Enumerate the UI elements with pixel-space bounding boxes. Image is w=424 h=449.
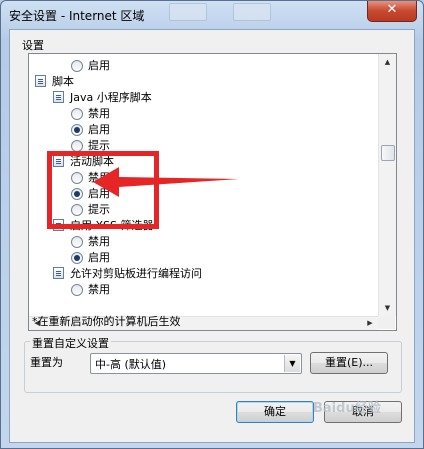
- setting-option[interactable]: 禁用: [29, 106, 378, 122]
- scroll-right-icon[interactable]: ▶: [362, 317, 378, 330]
- reset-to-label: 重置为: [30, 356, 63, 369]
- setting-label: 禁用: [88, 283, 110, 296]
- setting-category: Java 小程序脚本: [29, 90, 378, 106]
- reset-group-title: 重置自定义设置: [30, 335, 111, 351]
- radio-selected-icon[interactable]: [71, 252, 83, 264]
- setting-category: 允许对剪贴板进行编程访问: [29, 266, 378, 282]
- ok-button[interactable]: 确定: [236, 401, 314, 423]
- restart-note: *在重新启动你的计算机后生效: [32, 315, 181, 328]
- background-tab: [169, 3, 207, 21]
- setting-label: Java 小程序脚本: [70, 91, 152, 104]
- radio-unselected-icon[interactable]: [71, 108, 83, 120]
- setting-label: 禁用: [88, 107, 110, 120]
- annotation-highlight-box: [47, 151, 159, 229]
- dialog-body: 设置 启用 脚本 Java 小程序脚本 禁用 启用 提示 活动脚本 禁用 启用 提示 启用 XSS …: [9, 29, 415, 443]
- setting-label: 脚本: [52, 75, 74, 88]
- reset-level-value: 中-高 (默认值): [95, 358, 167, 371]
- setting-option[interactable]: 启用: [29, 58, 378, 74]
- scroll-corner: [378, 316, 395, 329]
- title-bar[interactable]: 安全设置 - Internet 区域 ✕: [1, 1, 423, 29]
- setting-option[interactable]: 启用: [29, 122, 378, 138]
- reset-level-select[interactable]: 中-高 (默认值) ▼: [90, 353, 302, 374]
- background-tab: [233, 3, 271, 21]
- setting-label: 启用: [88, 59, 110, 72]
- scroll-down-icon[interactable]: ▼: [379, 300, 396, 316]
- setting-label: 启用: [88, 251, 110, 264]
- window-title: 安全设置 - Internet 区域: [9, 9, 145, 23]
- close-icon: ✕: [386, 2, 398, 17]
- setting-label: 禁用: [88, 235, 110, 248]
- scroll-up-icon[interactable]: ▲: [379, 54, 396, 70]
- settings-label: 设置: [22, 39, 44, 52]
- radio-unselected-icon[interactable]: [71, 60, 83, 72]
- radio-unselected-icon[interactable]: [71, 236, 83, 248]
- setting-category: 脚本: [29, 74, 378, 90]
- vertical-scrollbar[interactable]: ▲ ▼: [378, 54, 396, 316]
- close-button[interactable]: ✕: [367, 1, 417, 22]
- security-settings-dialog: 安全设置 - Internet 区域 ✕ 设置 启用 脚本 Java 小程序脚本 禁用…: [0, 0, 424, 449]
- setting-option[interactable]: 禁用: [29, 282, 378, 298]
- setting-label: 允许对剪贴板进行编程访问: [70, 267, 202, 280]
- reset-button[interactable]: 重置(E)...: [310, 352, 388, 374]
- settings-category-icon: [35, 75, 46, 87]
- watermark: Baidu经验: [313, 401, 381, 416]
- settings-category-icon: [53, 267, 64, 279]
- scroll-thumb[interactable]: [381, 145, 395, 161]
- chevron-down-icon[interactable]: ▼: [284, 355, 300, 372]
- radio-unselected-icon[interactable]: [71, 284, 83, 296]
- setting-label: 启用: [88, 123, 110, 136]
- setting-option[interactable]: 禁用: [29, 234, 378, 250]
- setting-option[interactable]: 启用: [29, 250, 378, 266]
- settings-category-icon: [53, 91, 64, 103]
- radio-selected-icon[interactable]: [71, 124, 83, 136]
